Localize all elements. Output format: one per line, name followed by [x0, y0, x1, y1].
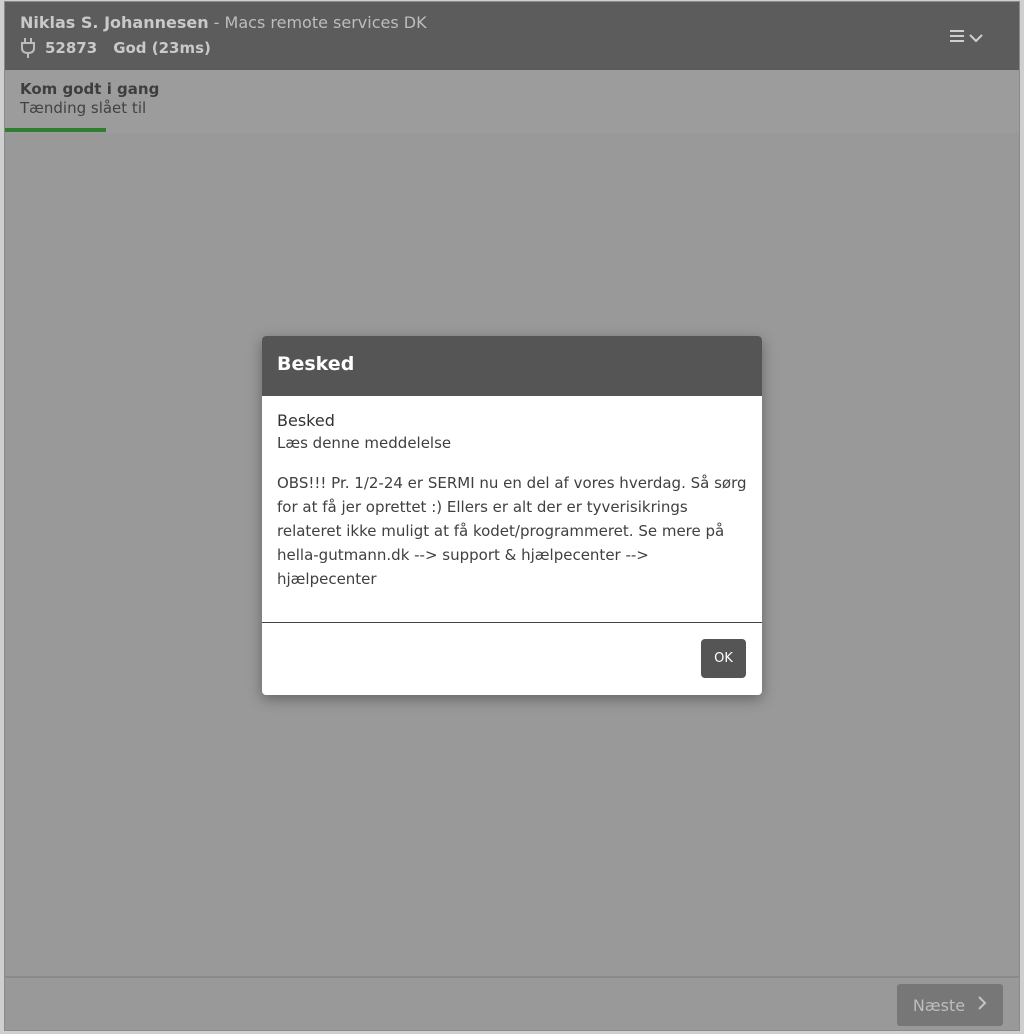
plug-icon: [20, 37, 36, 59]
step-header: Kom godt i gang Tænding slået til: [5, 70, 1019, 134]
dialog-body: Besked Læs denne meddelelse OBS!!! Pr. 1…: [262, 396, 762, 591]
dialog-title: Besked: [277, 411, 335, 430]
dialog-subtitle: Læs denne meddelelse: [277, 434, 452, 452]
dialog-message: OBS!!! Pr. 1/2-24 er SERMI nu en del af …: [277, 474, 747, 588]
company-name: Macs remote services DK: [224, 13, 427, 32]
chevron-down-icon: [969, 28, 983, 47]
separator: -: [208, 13, 225, 32]
connection-status: God (23ms): [113, 39, 211, 57]
dialog-divider: [262, 622, 762, 623]
ok-button[interactable]: OK: [701, 639, 746, 678]
progress-bar: [5, 128, 107, 132]
message-dialog: Besked Besked Læs denne meddelelse OBS!!…: [262, 336, 762, 695]
hamburger-icon: [949, 28, 965, 47]
connection-line: 52873 God (23ms): [20, 37, 211, 59]
top-header: Niklas S. Johannesen - Macs remote servi…: [5, 2, 1019, 70]
next-label: Næste: [912, 995, 966, 1015]
footer-bar: Næste: [5, 976, 1019, 1030]
menu-button[interactable]: [949, 24, 989, 50]
user-line: Niklas S. Johannesen - Macs remote servi…: [20, 13, 427, 32]
next-button[interactable]: Næste: [897, 984, 1003, 1026]
dialog-header: Besked: [262, 336, 762, 396]
chevron-right-icon: [977, 995, 987, 1015]
device-id: 52873: [45, 39, 98, 57]
step-subtitle: Tænding slået til: [20, 99, 147, 117]
step-title: Kom godt i gang: [20, 80, 160, 98]
user-name: Niklas S. Johannesen: [20, 13, 209, 32]
